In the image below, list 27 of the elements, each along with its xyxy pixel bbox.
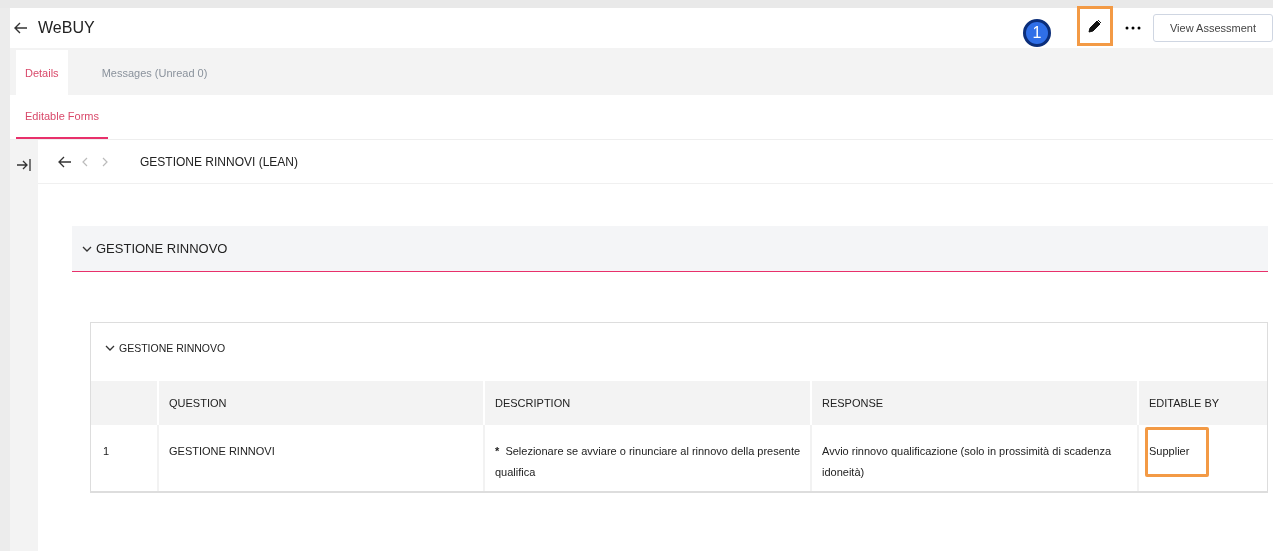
- edit-button[interactable]: [1077, 6, 1113, 46]
- column-header: DESCRIPTION: [483, 381, 810, 425]
- view-assessment-button[interactable]: View Assessment: [1153, 14, 1273, 42]
- tab[interactable]: Details: [16, 50, 68, 95]
- step-badge: 1: [1023, 19, 1051, 47]
- app-title: WeBUY: [38, 19, 95, 37]
- header-cell: [91, 381, 157, 425]
- more-icon: [1125, 26, 1141, 30]
- pencil-icon: [1088, 19, 1102, 33]
- table-title: GESTIONE RINNOVO: [119, 342, 226, 354]
- back-arrow-icon[interactable]: [58, 155, 72, 168]
- table-cell: GESTIONE RINNOVI: [157, 425, 483, 491]
- description-text: * Selezionare se avviare o rinunciare al rinnovo della presente qualifica: [495, 445, 801, 478]
- chevron-icon[interactable]: [105, 344, 115, 352]
- section-header[interactable]: GESTIONE RINNOVO: [72, 226, 1268, 272]
- section-title: GESTIONE RINNOVO: [96, 241, 228, 256]
- row-number: 1: [102, 444, 111, 459]
- tab[interactable]: Messages (Unread 0): [101, 50, 208, 95]
- back-arrow-icon[interactable]: [14, 22, 28, 34]
- column-header: EDITABLE BY: [1137, 381, 1267, 425]
- column-header: QUESTION: [157, 381, 483, 425]
- column-header: RESPONSE: [810, 381, 1137, 425]
- editable-by-text: Supplier: [1149, 445, 1190, 457]
- form-title: GESTIONE RINNOVI (LEAN): [140, 154, 299, 169]
- chevron-icon[interactable]: [82, 244, 92, 253]
- expand-panel-icon[interactable]: [17, 158, 31, 172]
- table-cell: Avvio rinnovo qualificazione (solo in prossimità di scadenza idoneità): [810, 425, 1137, 491]
